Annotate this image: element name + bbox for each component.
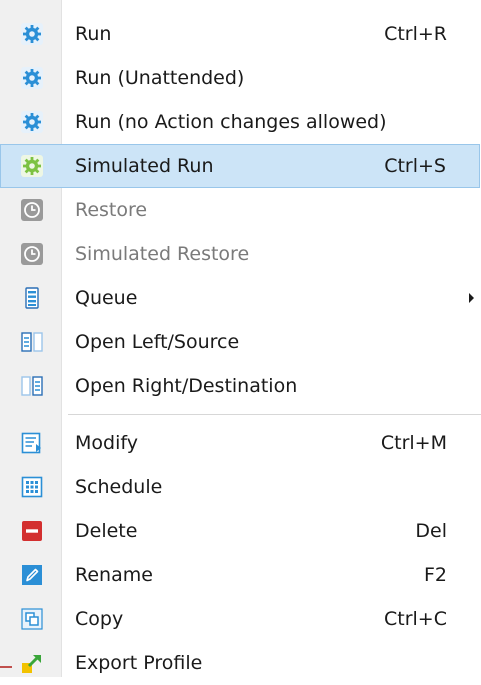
menu-item-label: Queue	[75, 287, 138, 309]
menu-item-label: Export Profile	[75, 652, 203, 674]
menu-item-open-right-destination[interactable]: Open Right/Destination	[0, 364, 481, 408]
rename-icon	[21, 564, 43, 586]
menu-item-modify[interactable]: Modify Ctrl+M	[0, 421, 481, 465]
menu-item-label: Open Right/Destination	[75, 375, 298, 397]
context-menu: Run Ctrl+R Run (Unattended) Run (no Acti…	[0, 0, 481, 677]
menu-item-queue[interactable]: Queue	[0, 276, 481, 320]
modify-icon	[21, 432, 43, 454]
menu-item-label: Delete	[75, 520, 138, 542]
menu-item-open-left-source[interactable]: Open Left/Source	[0, 320, 481, 364]
menu-item-label: Copy	[75, 608, 124, 630]
menu-separator	[0, 408, 481, 421]
menu-item-export-profile[interactable]: Export Profile	[0, 641, 481, 685]
menu-item-schedule[interactable]: Schedule	[0, 465, 481, 509]
copy-icon	[21, 608, 43, 630]
delete-icon	[21, 520, 43, 542]
menu-item-label: Open Left/Source	[75, 331, 240, 353]
export-icon	[21, 652, 43, 674]
menu-item-label: Run	[75, 23, 112, 45]
shortcut-label: Ctrl+S	[384, 155, 446, 177]
menu-item-run[interactable]: Run Ctrl+R	[0, 12, 481, 56]
menu-item-label: Modify	[75, 432, 138, 454]
gear-green-icon	[21, 155, 43, 177]
menu-item-run-unattended[interactable]: Run (Unattended)	[0, 56, 481, 100]
menu-item-label: Rename	[75, 564, 153, 586]
menu-item-label: Simulated Restore	[75, 243, 250, 265]
open-right-icon	[21, 375, 43, 397]
menu-item-delete[interactable]: Delete Del	[0, 509, 481, 553]
menu-item-restore[interactable]: Restore	[0, 188, 481, 232]
shortcut-label: Ctrl+M	[380, 432, 447, 454]
menu-item-label: Schedule	[75, 476, 163, 498]
menu-item-label: Restore	[75, 199, 148, 221]
gear-icon	[21, 67, 43, 89]
queue-icon	[21, 287, 43, 309]
shortcut-label: F2	[423, 564, 447, 586]
clock-icon	[21, 199, 43, 221]
menu-item-copy[interactable]: Copy Ctrl+C	[0, 597, 481, 641]
menu-item-label: Run (Unattended)	[75, 67, 245, 89]
menu-item-run-no-action-changes[interactable]: Run (no Action changes allowed)	[0, 100, 481, 144]
clock-icon	[21, 243, 43, 265]
shortcut-label: Ctrl+C	[384, 608, 447, 630]
submenu-arrow-icon	[469, 293, 474, 303]
schedule-icon	[21, 476, 43, 498]
gear-icon	[21, 111, 43, 133]
open-left-icon	[21, 331, 43, 353]
shortcut-label: Ctrl+R	[384, 23, 447, 45]
menu-items: Run Ctrl+R Run (Unattended) Run (no Acti…	[0, 12, 481, 685]
window-edge-line	[0, 666, 12, 668]
menu-item-simulated-run[interactable]: Simulated Run Ctrl+S	[0, 144, 480, 188]
gear-icon	[21, 23, 43, 45]
menu-item-simulated-restore[interactable]: Simulated Restore	[0, 232, 481, 276]
menu-item-label: Simulated Run	[75, 155, 214, 177]
shortcut-label: Del	[415, 520, 447, 542]
menu-item-rename[interactable]: Rename F2	[0, 553, 481, 597]
menu-item-label: Run (no Action changes allowed)	[75, 111, 387, 133]
